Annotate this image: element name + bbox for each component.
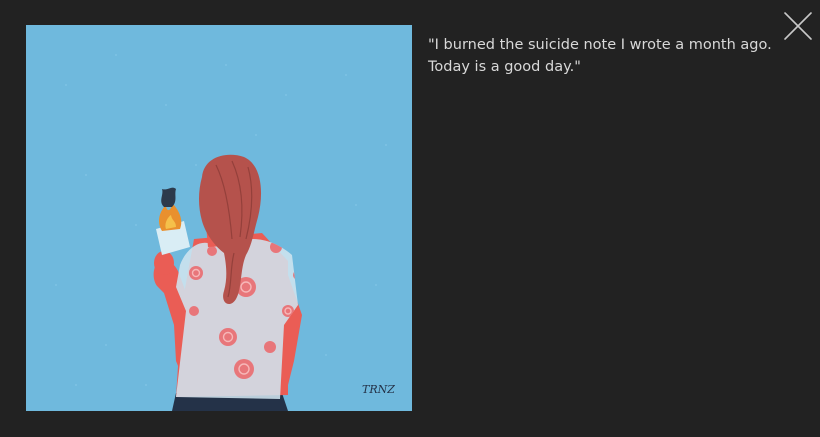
image-caption: "I burned the suicide note I wrote a mon… <box>428 37 772 75</box>
hand <box>154 251 174 275</box>
lightbox-overlay: TRNZ "I burned the suicide note I wrote … <box>0 0 820 437</box>
artwork-image: TRNZ <box>26 25 412 411</box>
artist-signature: TRNZ <box>362 383 395 396</box>
smoke <box>161 187 176 207</box>
close-icon <box>784 12 812 40</box>
close-button[interactable] <box>783 11 813 41</box>
illustration: TRNZ <box>26 25 412 411</box>
